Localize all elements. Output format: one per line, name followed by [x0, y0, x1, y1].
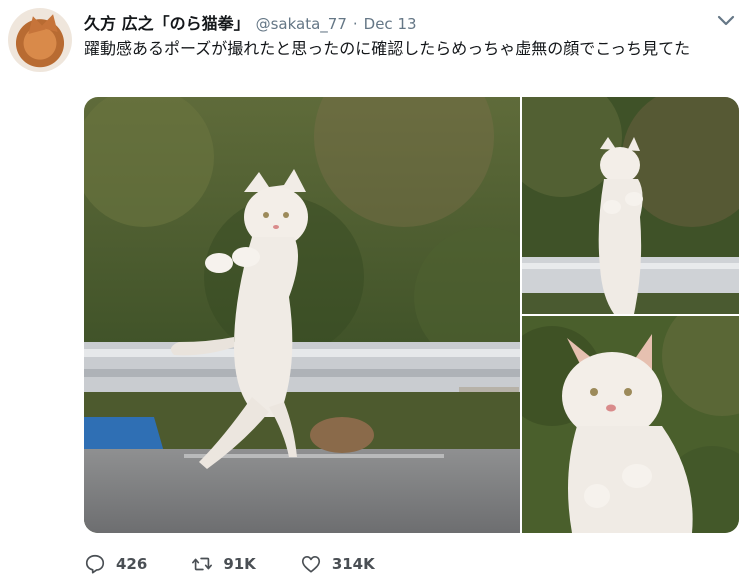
like-count: 314K [331, 555, 375, 573]
avatar[interactable] [8, 8, 72, 72]
photo-bottom-right[interactable] [522, 316, 739, 533]
retweet-count: 91K [223, 555, 256, 573]
reply-button[interactable]: 426 [84, 553, 147, 575]
retweet-button[interactable]: 91K [191, 553, 256, 575]
retweet-icon [192, 557, 213, 571]
chevron-down-icon[interactable] [716, 12, 736, 30]
author-handle[interactable]: @sakata_77 [256, 15, 347, 33]
reply-count: 426 [116, 555, 148, 573]
heart-icon [301, 556, 320, 573]
media-grid [84, 97, 739, 533]
reply-icon [85, 554, 105, 574]
tweet-header: 久方 広之「のら猫拳」 @sakata_77 · Dec 13 [84, 10, 710, 34]
tweet-text: 躍動感あるポーズが撮れたと思ったのに確認したらめっちゃ虚無の顔でこっち見てた [84, 39, 691, 58]
photo-top-right[interactable] [522, 97, 739, 314]
separator-dot: · [352, 15, 358, 33]
author-name[interactable]: 久方 広之「のら猫拳」 [84, 10, 250, 34]
like-button[interactable]: 314K [300, 553, 375, 575]
tweet-actions: 426 91K 314K [84, 551, 419, 577]
photo-main[interactable] [84, 97, 520, 533]
tweet-date[interactable]: Dec 13 [364, 15, 417, 33]
